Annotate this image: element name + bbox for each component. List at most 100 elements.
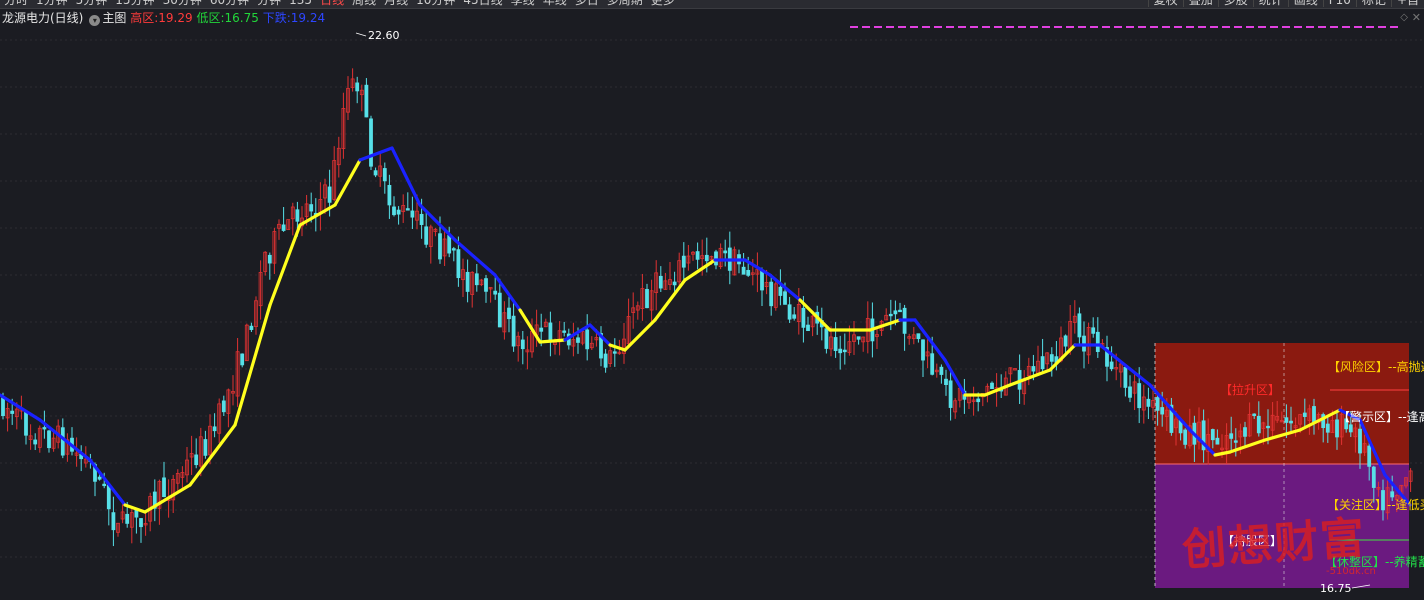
signal-marker <box>970 26 978 28</box>
candlestick-chart[interactable]: 【风险区】--高抛避【拉升区】【警示区】--逢高减【关注区】--逢低买【持股区】… <box>0 0 1424 600</box>
candle-body <box>465 271 470 292</box>
candle-body <box>1210 429 1215 441</box>
zone-label: 【风险区】--高抛避 <box>1328 359 1424 374</box>
candle-body <box>102 483 107 487</box>
signal-marker <box>1174 26 1182 28</box>
candle-body <box>939 366 944 375</box>
settings-dot-icon[interactable]: ▾ <box>89 15 101 26</box>
period-tab[interactable]: 45日线 <box>459 0 506 7</box>
period-tab[interactable]: 月线 <box>380 0 412 7</box>
candle-body <box>396 209 401 215</box>
period-tab[interactable]: 年线 <box>539 0 571 7</box>
period-tab[interactable]: 更多 <box>647 0 679 7</box>
signal-marker <box>1054 26 1062 28</box>
period-tab[interactable]: 10分钟 <box>412 0 459 7</box>
period-tab[interactable]: 30分钟 <box>159 0 206 7</box>
candle-body <box>410 210 415 218</box>
candle-body <box>267 254 272 264</box>
candle-body <box>97 476 102 480</box>
candle-body <box>723 250 728 254</box>
period-tab[interactable]: 分钟 <box>253 0 285 7</box>
period-tab[interactable]: 60分钟 <box>206 0 253 7</box>
candle-body <box>576 337 580 343</box>
signal-marker <box>934 26 942 28</box>
candle-body <box>612 351 617 354</box>
ma-segment <box>538 338 567 344</box>
tool-button[interactable]: 标记 <box>1355 0 1391 7</box>
period-tab[interactable]: 1分钟 <box>32 0 72 7</box>
candle-body <box>769 281 774 307</box>
period-tab[interactable]: 季线 <box>507 0 539 7</box>
period-tab[interactable]: 周线 <box>348 0 380 7</box>
candle-body <box>787 304 792 320</box>
candle-body <box>1095 331 1100 352</box>
candle-body <box>741 266 746 275</box>
signal-marker <box>862 26 870 28</box>
candle-body <box>1348 424 1353 433</box>
tool-button[interactable]: 多股 <box>1217 0 1253 7</box>
signal-marker <box>1366 26 1374 28</box>
signal-marker <box>898 26 906 28</box>
candle-body <box>1229 433 1234 439</box>
candle-body <box>1063 335 1068 347</box>
signal-marker <box>1006 26 1014 28</box>
period-tab[interactable]: 5分钟 <box>72 0 112 7</box>
diamond-icon[interactable]: ◇ <box>1400 12 1408 23</box>
candle-body <box>125 513 130 524</box>
low-zone-value: 16.75 <box>224 11 259 25</box>
signal-marker <box>1042 26 1050 28</box>
candle-body <box>221 400 226 413</box>
period-tab[interactable]: 15分钟 <box>111 0 158 7</box>
signal-marker <box>886 26 894 28</box>
period-tab[interactable]: 日线 <box>316 0 348 7</box>
signal-marker <box>1222 26 1230 28</box>
period-toolbar: 分时 1分钟 5分钟 15分钟 30分钟 60分钟 分钟 135 日线 周线 月线 10分钟 45日线季… <box>0 0 1424 9</box>
tool-button[interactable]: 统计 <box>1252 0 1288 7</box>
signal-marker <box>1282 26 1290 28</box>
candle-body <box>447 235 452 254</box>
candle-body <box>424 226 429 245</box>
stock-title[interactable]: 龙源电力(日线) <box>2 11 83 25</box>
signal-marker <box>1234 26 1242 28</box>
candle-body <box>603 353 608 368</box>
period-tab[interactable]: 多周期 <box>603 0 647 7</box>
candle-body <box>139 518 143 528</box>
candle-body <box>497 292 502 328</box>
period-tab[interactable]: 分时 <box>0 0 32 7</box>
period-tab[interactable]: 135 <box>285 0 316 7</box>
candle-body <box>1252 413 1257 417</box>
signal-marker <box>1186 26 1194 28</box>
candle-body <box>47 430 51 449</box>
candle-body <box>1040 356 1045 370</box>
candle-body <box>111 512 116 531</box>
watermark-url: -510dk.cn <box>1326 566 1376 577</box>
tool-button[interactable]: +自 <box>1390 0 1424 7</box>
period-tab[interactable]: 多日 <box>571 0 603 7</box>
candle-body <box>833 337 838 351</box>
tool-button[interactable]: 画线 <box>1287 0 1323 7</box>
candle-body <box>369 118 373 167</box>
candle-body <box>539 327 544 332</box>
zone-label: 【警示区】--逢高减 <box>1338 409 1424 424</box>
candle-body <box>1137 383 1142 409</box>
candle-body <box>281 224 286 231</box>
candle-body <box>893 310 898 315</box>
close-icon[interactable]: ✕ <box>1412 11 1421 24</box>
signal-marker <box>1090 26 1098 28</box>
candle-body <box>1284 417 1289 423</box>
tool-button[interactable]: 复权 <box>1147 0 1183 7</box>
signal-marker <box>1210 26 1218 28</box>
tool-button[interactable]: F10 <box>1322 0 1356 7</box>
signal-marker <box>982 26 990 28</box>
candle-body <box>511 315 516 347</box>
candle-body <box>562 330 567 333</box>
candle-body <box>373 170 378 176</box>
candle-body <box>1109 361 1114 370</box>
candle-body <box>33 439 38 445</box>
main-chart-label[interactable]: 主图 <box>102 11 126 25</box>
candle-body <box>704 254 709 262</box>
low-zone-label: 低区: <box>196 11 225 25</box>
candle-body <box>194 454 199 466</box>
tool-button[interactable]: 叠加 <box>1182 0 1218 7</box>
signal-marker <box>958 26 966 28</box>
